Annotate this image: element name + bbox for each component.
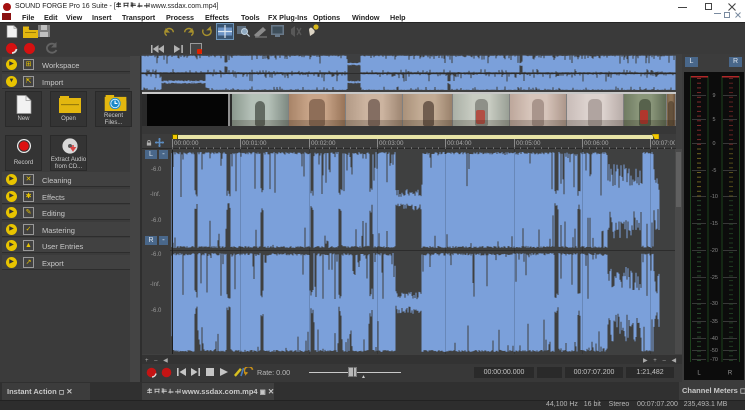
svg-text:-20: -20 (710, 248, 718, 254)
svg-text:-50: -50 (710, 348, 718, 354)
svg-text:-25: -25 (710, 275, 718, 281)
svg-text:-5: -5 (712, 168, 717, 174)
svg-text:R: R (728, 371, 733, 377)
svg-text:-30: -30 (710, 301, 718, 307)
svg-text:-10: -10 (710, 194, 718, 200)
svg-text:0: 0 (713, 141, 716, 147)
svg-text:-70: -70 (710, 357, 718, 363)
svg-text:-15: -15 (710, 221, 718, 227)
svg-text:5: 5 (713, 117, 716, 123)
svg-text:-35: -35 (710, 319, 718, 325)
svg-text:9: 9 (713, 93, 716, 99)
svg-text:-40: -40 (710, 336, 718, 342)
